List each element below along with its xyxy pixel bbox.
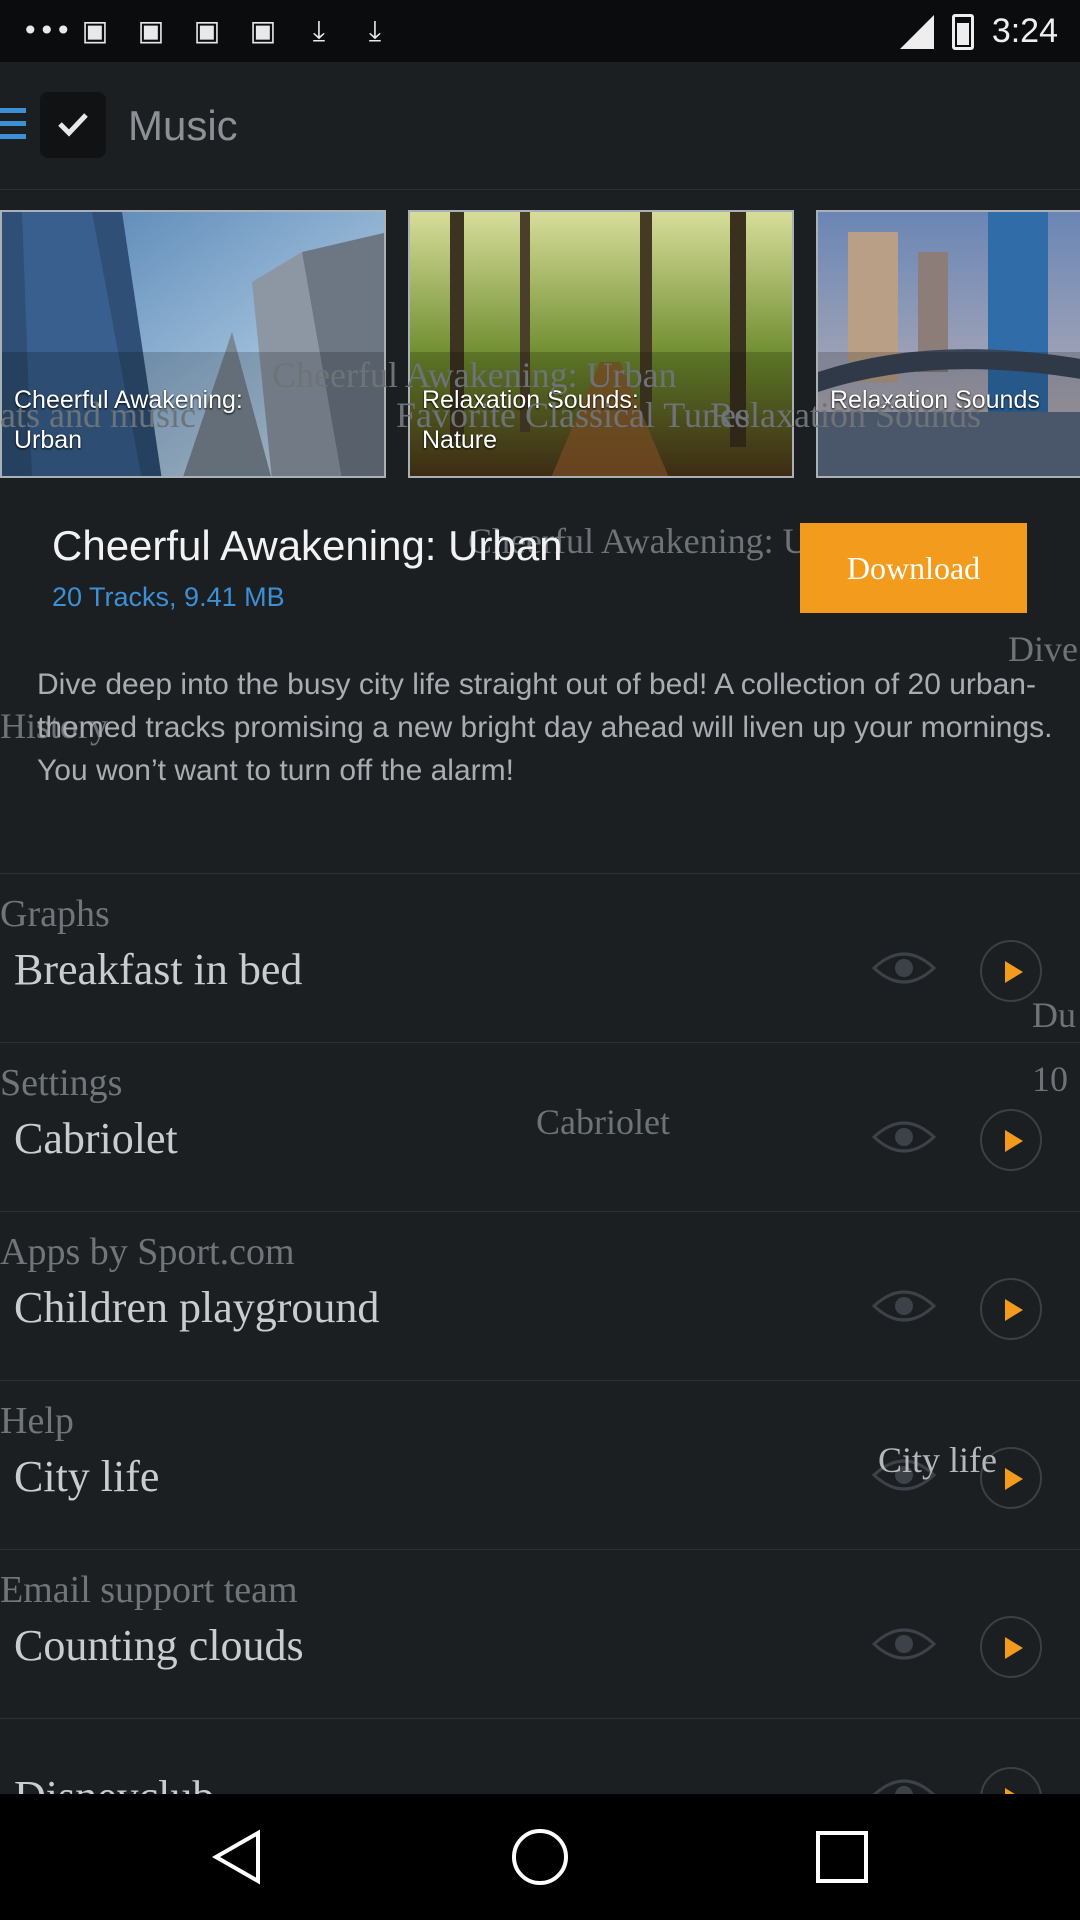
list-item[interactable]: Email support team Counting clouds: [0, 1549, 1080, 1718]
app-title: Music: [128, 102, 238, 149]
overlay-text: ats and music: [0, 395, 196, 435]
play-button[interactable]: [980, 1767, 1042, 1794]
section-label: Help: [0, 1400, 74, 1442]
more-notifications-icon: •••: [22, 14, 72, 47]
recents-icon[interactable]: [812, 1827, 872, 1887]
play-button[interactable]: [980, 1109, 1042, 1171]
list-item[interactable]: Disneyclub: [0, 1718, 1080, 1794]
list-item[interactable]: Apps by Sport.com Children playground: [0, 1211, 1080, 1380]
preview-eye-icon[interactable]: [872, 1115, 936, 1159]
system-nav-bar: [0, 1794, 1080, 1920]
preview-eye-icon[interactable]: [872, 946, 936, 990]
album-title: Cheerful Awakening: Urban: [52, 522, 563, 569]
battery-icon: [951, 13, 974, 50]
menu-icon[interactable]: [0, 108, 26, 140]
play-button[interactable]: [980, 1278, 1042, 1340]
album-meta: 20 Tracks, 9.41 MB: [52, 582, 285, 612]
download-icon: ⤓: [368, 14, 382, 47]
app-bar: Music: [0, 62, 1080, 190]
status-bar: ••• ▣ ▣ ▣ ▣ ⤓ ⤓ 3:24: [0, 0, 1080, 62]
list-item[interactable]: Settings Cabriolet Cabriolet: [0, 1042, 1080, 1211]
play-button[interactable]: [980, 1616, 1042, 1678]
play-icon: [1005, 961, 1023, 983]
download-button[interactable]: Download: [800, 523, 1027, 613]
photo-icon: ▣: [193, 14, 221, 47]
preview-eye-icon[interactable]: [872, 1622, 936, 1666]
section-label: Apps by Sport.com: [0, 1231, 295, 1273]
overlay-text: Relaxation Sounds: [710, 395, 981, 435]
preview-eye-icon[interactable]: [872, 1284, 936, 1328]
track-title: Children playground: [14, 1283, 380, 1332]
play-button[interactable]: [980, 940, 1042, 1002]
album-card-urban[interactable]: Cheerful Awakening: Urban: [0, 210, 386, 478]
album-card-relaxation[interactable]: Relaxation Sounds: [816, 210, 1080, 478]
download-icon: ⤓: [312, 14, 326, 47]
section-label: Email support team: [0, 1569, 298, 1611]
track-title: City life: [14, 1452, 160, 1501]
track-title: Cabriolet: [14, 1114, 178, 1163]
play-icon: [1005, 1468, 1023, 1490]
play-icon: [1005, 1130, 1023, 1152]
album-card-nature[interactable]: Relaxation Sounds: Nature: [408, 210, 794, 478]
back-icon[interactable]: [208, 1827, 268, 1887]
play-icon: [1005, 1637, 1023, 1659]
home-icon[interactable]: [510, 1827, 570, 1887]
check-icon: [58, 113, 88, 137]
section-label: Settings: [0, 1062, 123, 1104]
album-description: Dive deep into the busy city life straig…: [37, 668, 1053, 787]
section-label: Graphs: [0, 893, 110, 935]
overlay-text: Cabriolet: [536, 1102, 670, 1142]
overlay-text: Favorite Classical Tunes: [396, 395, 751, 435]
photo-icon: ▣: [137, 14, 165, 47]
list-item[interactable]: Help City life City life: [0, 1380, 1080, 1549]
overlay-text: Cheerful Awakening: Urban: [272, 355, 677, 395]
check-button[interactable]: [40, 92, 106, 158]
signal-icon: [899, 14, 934, 49]
track-title: Breakfast in bed: [14, 945, 303, 994]
play-icon: [1005, 1299, 1023, 1321]
track-title: Disneyclub: [14, 1771, 214, 1794]
photo-icon: ▣: [249, 14, 277, 47]
photo-icon: ▣: [81, 14, 109, 47]
status-time: 3:24: [991, 12, 1058, 50]
list-item[interactable]: Graphs Breakfast in bed: [0, 873, 1080, 1042]
overlay-text: City life: [878, 1440, 997, 1480]
track-title: Counting clouds: [14, 1621, 304, 1670]
preview-eye-icon[interactable]: [872, 1773, 936, 1794]
